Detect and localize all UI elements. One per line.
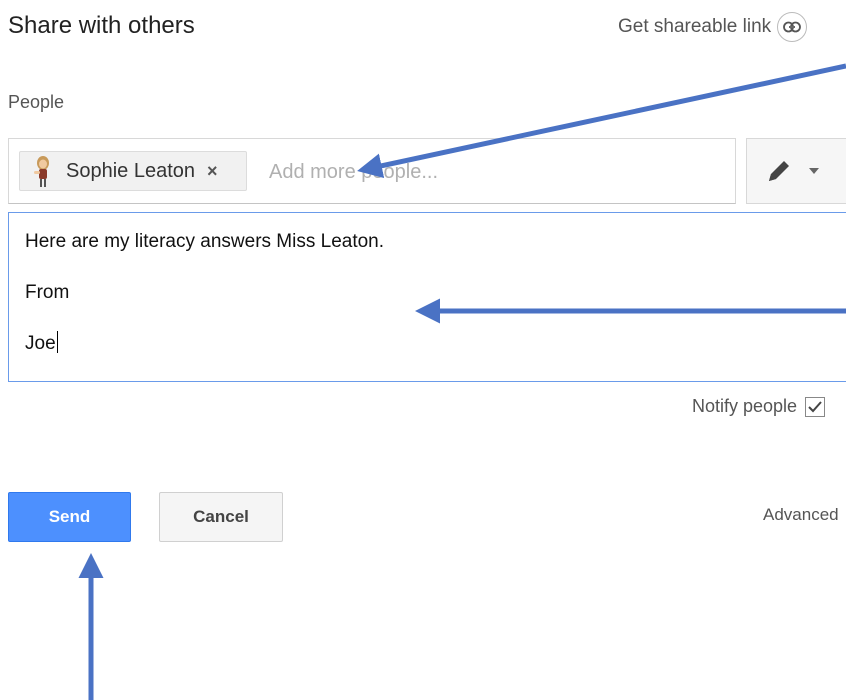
message-line-3: Joe: [25, 331, 841, 356]
get-shareable-link-label: Get shareable link: [618, 16, 772, 37]
message-line-3-text: Joe: [25, 333, 56, 354]
chevron-down-icon: [809, 168, 819, 174]
send-button[interactable]: Send: [8, 492, 131, 542]
message-line-2: From: [25, 282, 70, 303]
recipient-name: Sophie Leaton: [66, 159, 196, 182]
notify-checkbox[interactable]: [805, 396, 826, 417]
permission-dropdown[interactable]: [746, 138, 846, 204]
recipient-chip[interactable]: Sophie Leaton ×: [19, 151, 247, 191]
text-cursor: [56, 331, 58, 353]
avatar-icon: [34, 156, 49, 187]
message-line-1: Here are my literacy answers Miss Leaton…: [25, 231, 385, 252]
notify-people-option[interactable]: Notify people: [692, 396, 826, 417]
link-icon[interactable]: [777, 12, 808, 42]
pencil-icon: [769, 161, 789, 181]
add-people-input[interactable]: [261, 157, 717, 187]
people-field[interactable]: Sophie Leaton ×: [8, 138, 736, 204]
get-shareable-link-button[interactable]: Get shareable link: [618, 12, 808, 42]
people-label: People: [8, 92, 65, 112]
checkmark-icon: [808, 400, 822, 412]
advanced-link[interactable]: Advanced: [763, 505, 839, 525]
share-dialog: Share with others Get shareable link Peo…: [0, 0, 846, 700]
dialog-title: Share with others: [8, 12, 195, 39]
message-textarea[interactable]: Here are my literacy answers Miss Leaton…: [8, 212, 846, 382]
cancel-button[interactable]: Cancel: [159, 492, 283, 542]
remove-recipient-icon[interactable]: ×: [207, 161, 218, 182]
notify-people-label: Notify people: [692, 396, 798, 416]
